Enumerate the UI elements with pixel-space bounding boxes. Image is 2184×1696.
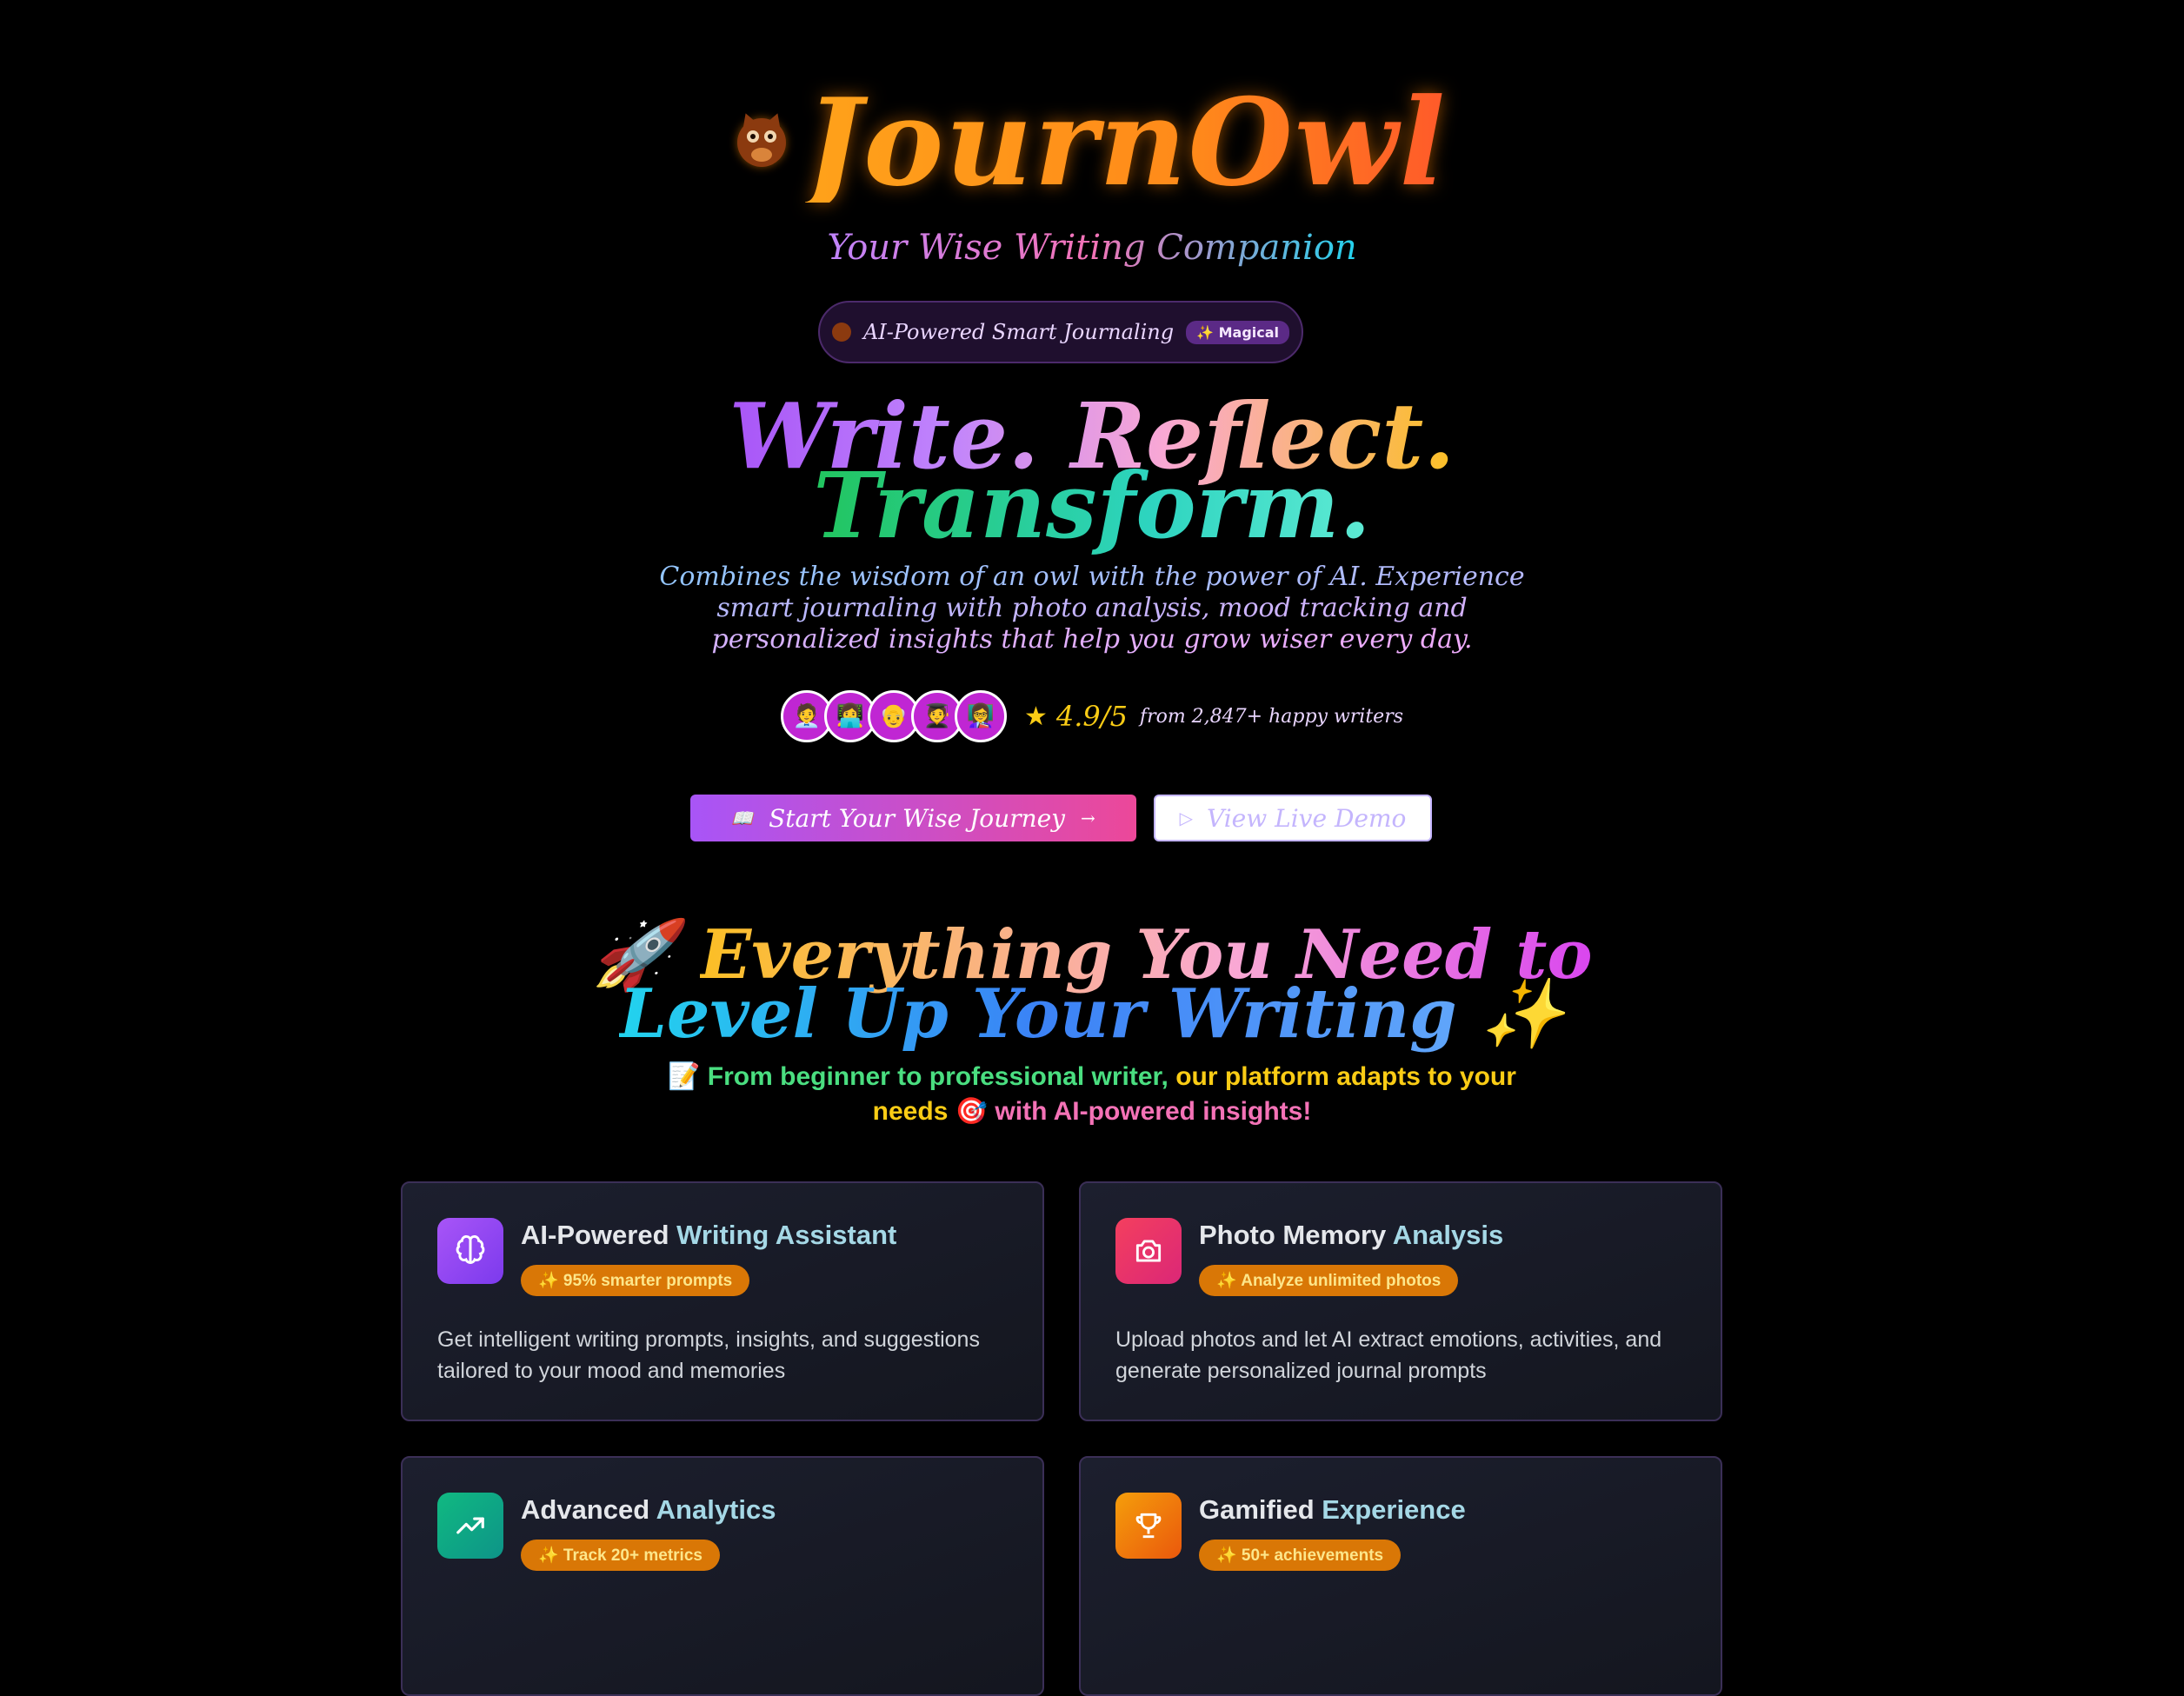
trending-up-icon — [437, 1493, 503, 1559]
feature-card-analytics[interactable]: Advanced Analytics ✨ Track 20+ metrics — [401, 1456, 1044, 1696]
feature-title: AI-Powered Writing Assistant — [521, 1220, 897, 1250]
pill-text: AI-Powered Smart Journaling — [862, 320, 1175, 344]
features-title-line2: Level Up Your Writing ✨ — [619, 974, 1565, 1054]
social-proof: 🧑‍💼 👩‍💻 👴 🧑‍🎓 👩‍🏫 ★ 4.9/5 from 2,847+ ha… — [0, 690, 2184, 742]
brain-icon — [437, 1218, 503, 1284]
feature-description: Get intelligent writing prompts, insight… — [437, 1327, 980, 1383]
brand-name: JournOwl — [804, 71, 1448, 213]
rating-score: 4.9/5 — [1055, 700, 1128, 733]
features-subtitle-line2: needs 🎯 with AI-powered insights! — [872, 1097, 1312, 1126]
feature-description: Upload photos and let AI extract emotion… — [1115, 1327, 1662, 1383]
view-demo-label: View Live Demo — [1207, 803, 1407, 833]
feature-title: Advanced Analytics — [521, 1494, 776, 1525]
avatar: 👩‍🏫 — [954, 690, 1007, 742]
trophy-icon — [1115, 1493, 1182, 1559]
features-subtitle: 📝 From beginner to professional writer, … — [668, 1062, 1516, 1091]
feature-badge: ✨ 95% smarter prompts — [521, 1265, 750, 1296]
arrow-right-icon: → — [1081, 808, 1095, 828]
owl-icon — [831, 323, 851, 342]
writers-count: from 2,847+ happy writers — [1139, 705, 1404, 728]
feature-badge: ✨ 50+ achievements — [1199, 1540, 1402, 1571]
owl-logo-icon — [736, 110, 786, 167]
hero-description: Combines the wisdom of an owl with the p… — [659, 562, 1525, 655]
view-demo-button[interactable]: ▷ View Live Demo — [1154, 795, 1432, 841]
feature-title: Photo Memory Analysis — [1199, 1220, 1504, 1250]
feature-card-gamified[interactable]: Gamified Experience ✨ 50+ achievements — [1079, 1456, 1722, 1696]
camera-icon — [1115, 1218, 1182, 1284]
start-journey-label: Start Your Wise Journey — [769, 803, 1066, 833]
sparkles-icon: ✨ — [1480, 974, 1565, 1054]
start-journey-button[interactable]: 📖 Start Your Wise Journey → — [690, 795, 1136, 841]
feature-card-photo-analysis[interactable]: Photo Memory Analysis ✨ Analyze unlimite… — [1079, 1181, 1722, 1421]
feature-card-ai-assistant[interactable]: AI-Powered Writing Assistant ✨ 95% smart… — [401, 1181, 1044, 1421]
feature-title: Gamified Experience — [1199, 1494, 1466, 1525]
hero-headline-line2: Transform. — [813, 452, 1371, 559]
feature-badge: ✨ Analyze unlimited photos — [1199, 1265, 1459, 1296]
magical-badge: ✨ Magical — [1186, 320, 1290, 344]
avatar-group: 🧑‍💼 👩‍💻 👴 🧑‍🎓 👩‍🏫 — [780, 690, 1007, 742]
play-icon: ▷ — [1179, 808, 1193, 828]
tagline: Your Wise Writing Companion — [827, 228, 1357, 268]
logo[interactable]: JournOwl — [0, 83, 2184, 203]
book-open-icon: 📖 — [731, 808, 754, 828]
star-icon: ★ — [1023, 701, 1048, 732]
feature-badge: ✨ Track 20+ metrics — [521, 1540, 720, 1571]
ai-powered-pill: AI-Powered Smart Journaling ✨ Magical — [818, 301, 1303, 363]
